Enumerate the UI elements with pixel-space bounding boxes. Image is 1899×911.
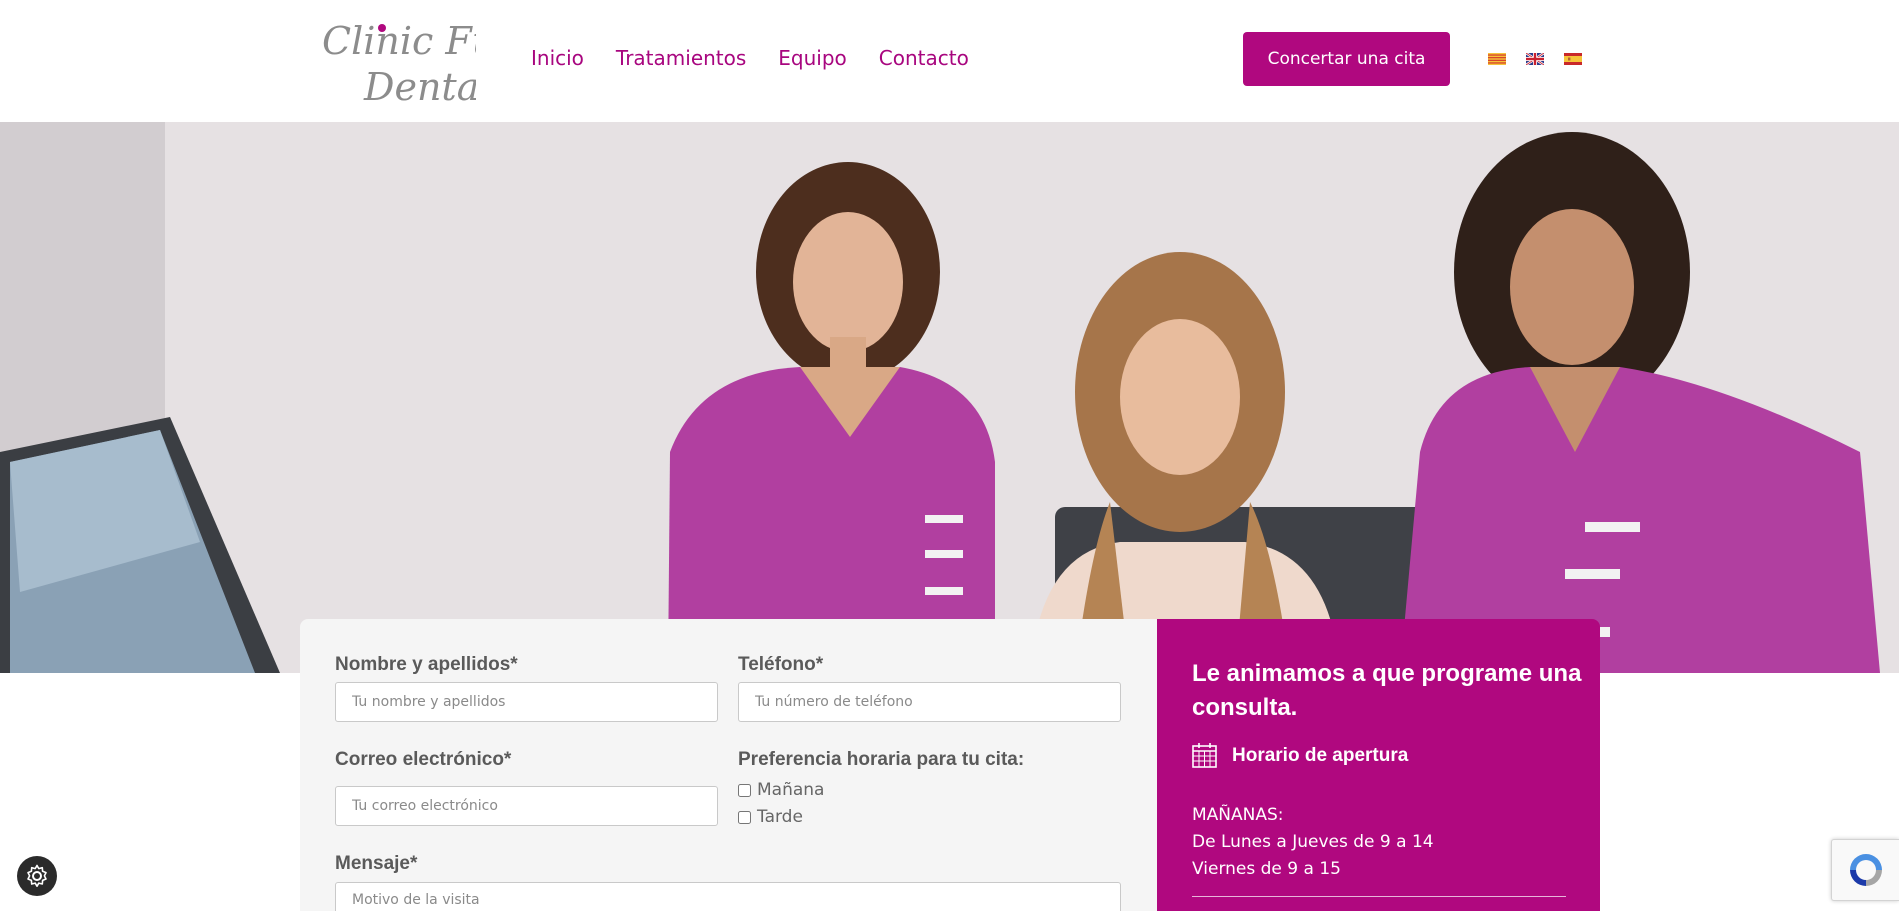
morning-option-label: Mañana (757, 780, 825, 800)
spain-flag-icon[interactable] (1564, 53, 1582, 65)
nav-contacto[interactable]: Contacto (879, 46, 969, 70)
language-switcher (1488, 53, 1582, 65)
logo-line-2: Dental (363, 65, 476, 108)
nav-equipo[interactable]: Equipo (778, 46, 847, 70)
time-preference-label: Preferencia horaria para tu cita: (738, 749, 1025, 770)
opening-hours-title: Horario de apertura (1232, 744, 1409, 766)
recaptcha-icon (1849, 854, 1882, 886)
uk-flag-icon[interactable] (1526, 53, 1544, 65)
nav-inicio[interactable]: Inicio (531, 46, 584, 70)
name-label: Nombre y apellidos* (335, 654, 518, 675)
info-divider (1192, 896, 1566, 897)
hours-line: De Lunes a Jueves de 9 a 14 (1192, 832, 1434, 852)
opening-hours-card: Le animamos a que programe una consulta.… (1157, 619, 1600, 911)
message-textarea[interactable] (335, 882, 1121, 911)
catalan-flag-icon[interactable] (1488, 53, 1506, 65)
clinic-logo[interactable]: Clinic Fur Dental (320, 16, 517, 109)
logo-dot (378, 24, 386, 32)
name-input[interactable] (335, 682, 718, 722)
email-input[interactable] (335, 786, 718, 826)
logo-mark: Clinic Fur Dental (322, 19, 517, 109)
info-card-title: Le animamos a que programe una consulta. (1192, 660, 1582, 721)
cookie-settings-button[interactable] (17, 856, 57, 896)
opening-hours-heading: Horario de apertura (1192, 743, 1408, 768)
logo-line-1: Clinic Fur (322, 19, 476, 63)
hero-illustration (0, 122, 1899, 673)
hours-line: Viernes de 9 a 15 (1192, 859, 1341, 879)
book-appointment-button[interactable]: Concertar una cita (1243, 32, 1450, 86)
morning-option[interactable]: Mañana (738, 780, 824, 800)
contact-form: Nombre y apellidos* Teléfono* Correo ele… (300, 619, 1158, 911)
email-label: Correo electrónico* (335, 749, 512, 770)
afternoon-checkbox[interactable] (738, 810, 751, 824)
hero-team-photo (0, 122, 1899, 673)
nav-tratamientos[interactable]: Tratamientos (616, 46, 746, 70)
message-label: Mensaje* (335, 853, 418, 874)
afternoon-option[interactable]: Tarde (738, 807, 803, 827)
hours-line: MAÑANAS: (1192, 805, 1284, 825)
phone-input[interactable] (738, 682, 1121, 722)
afternoon-option-label: Tarde (757, 807, 803, 827)
gear-icon (27, 864, 47, 887)
recaptcha-badge[interactable] (1831, 839, 1899, 901)
phone-label: Teléfono* (738, 654, 824, 675)
main-nav: Inicio Tratamientos Equipo Contacto (531, 46, 969, 70)
calendar-icon (1192, 743, 1217, 768)
morning-checkbox[interactable] (738, 783, 751, 797)
opening-hours-list: MAÑANAS: De Lunes a Jueves de 9 a 14 Vie… (1192, 802, 1434, 883)
site-header: Clinic Fur Dental Inicio Tratamientos Eq… (0, 0, 1899, 122)
